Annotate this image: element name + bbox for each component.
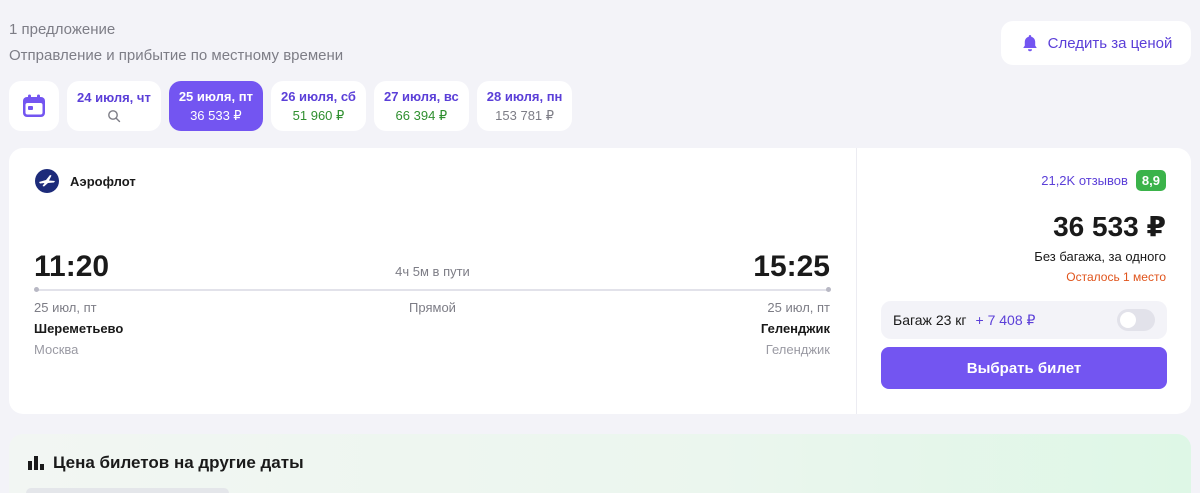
rating-badge: 8,9: [1135, 170, 1166, 191]
date-price: 36 533 ₽: [190, 108, 242, 123]
other-dates-section: Цена билетов на другие даты: [9, 434, 1191, 493]
date-label: 24 июля, чт: [77, 90, 151, 105]
departure-info: 25 июл, пт Шереметьево Москва: [34, 300, 123, 358]
date-price: 51 960 ₽: [292, 108, 345, 123]
arrival-info: 25 июл, пт Геленджик Геленджик: [761, 300, 830, 358]
local-time-note: Отправление и прибытие по местному време…: [9, 47, 344, 64]
other-dates-title-text: Цена билетов на другие даты: [53, 453, 304, 472]
route-type: Прямой: [409, 300, 456, 315]
offer-panel: 21,2K отзывов 8,9 36 533 ₽ Без багажа, з…: [857, 148, 1191, 414]
flight-details[interactable]: Аэрофлот 11:20 4ч 5м в пути 15:25 Прямой…: [9, 148, 856, 414]
airline-name: Аэрофлот: [70, 173, 136, 189]
bell-icon: [1022, 35, 1037, 52]
other-dates-strip: [26, 488, 229, 493]
reviews[interactable]: 21,2K отзывов 8,9: [1041, 170, 1166, 191]
date-price: 66 394 ₽: [395, 108, 448, 123]
watch-price-label: Следить за ценой: [1047, 34, 1173, 52]
arrival-time: 15:25: [753, 250, 830, 283]
date-label: 26 июля, сб: [280, 89, 356, 104]
arrival-date: 25 июл, пт: [767, 300, 830, 315]
date-option-27[interactable]: 27 июля, вс 66 394 ₽: [373, 81, 469, 131]
search-icon: [108, 110, 121, 123]
date-option-24[interactable]: 24 июля, чт: [67, 81, 161, 131]
baggage-label: Багаж 23 кг: [893, 312, 967, 328]
calendar-icon: [23, 94, 45, 117]
date-price: 153 781 ₽: [495, 108, 555, 123]
offers-count: 1 предложение: [9, 21, 116, 38]
route-line: [34, 287, 831, 292]
flight-card: Аэрофлот 11:20 4ч 5м в пути 15:25 Прямой…: [9, 148, 1191, 414]
bar-chart-icon: [28, 456, 44, 470]
arrival-airport: Геленджик: [760, 321, 830, 336]
watch-price-button[interactable]: Следить за ценой: [1001, 21, 1191, 65]
airline: Аэрофлот: [35, 169, 136, 193]
arrival-city: Геленджик: [765, 342, 830, 357]
departure-city: Москва: [34, 342, 79, 357]
baggage-toggle[interactable]: [1117, 309, 1155, 331]
select-ticket-button[interactable]: Выбрать билет: [881, 347, 1167, 389]
date-option-28[interactable]: 28 июля, пн 153 781 ₽: [476, 81, 573, 131]
ticket-price: 36 533 ₽: [1053, 211, 1166, 242]
date-selector: 24 июля, чт 25 июля, пт 36 533 ₽ 26 июля…: [9, 81, 573, 131]
date-label: 25 июля, пт: [178, 89, 253, 104]
reviews-count: 21,2K отзывов: [1041, 173, 1128, 188]
date-option-25[interactable]: 25 июля, пт 36 533 ₽: [168, 81, 263, 131]
flight-duration: 4ч 5м в пути: [395, 264, 470, 279]
route-start-dot: [34, 287, 39, 292]
departure-date: 25 июл, пт: [34, 300, 97, 315]
calendar-button[interactable]: [9, 81, 59, 131]
price-note: Без багажа, за одного: [1034, 249, 1166, 264]
route-end-dot: [826, 287, 831, 292]
departure-airport: Шереметьево: [34, 321, 124, 336]
other-dates-title: Цена билетов на другие даты: [27, 453, 304, 473]
seats-left: Осталось 1 место: [1066, 270, 1166, 284]
baggage-price: + 7 408 ₽: [975, 311, 1036, 328]
date-label: 28 июля, пн: [486, 89, 563, 104]
date-option-26[interactable]: 26 июля, сб 51 960 ₽: [270, 81, 366, 131]
header-info: 1 предложение Отправление и прибытие по …: [9, 20, 343, 66]
baggage-option[interactable]: Багаж 23 кг + 7 408 ₽: [881, 301, 1167, 339]
date-label: 27 июля, вс: [383, 89, 459, 104]
airline-logo-icon: [35, 169, 59, 193]
